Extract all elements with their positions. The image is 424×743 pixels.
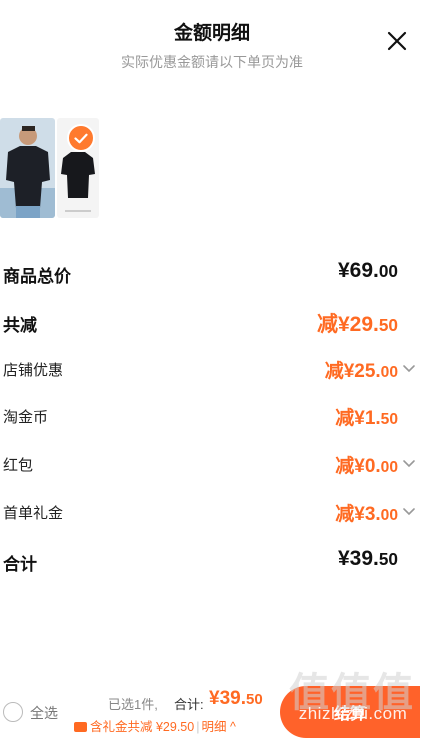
row-amount-dec: 00 xyxy=(378,261,398,281)
chevron-down-icon[interactable] xyxy=(402,507,416,517)
row-amount-int: ¥39. xyxy=(337,547,379,570)
amount-row[interactable]: 店铺优惠 减¥25.00 xyxy=(0,354,424,384)
row-amount-dec: 00 xyxy=(380,364,398,381)
close-icon[interactable] xyxy=(384,28,410,54)
amount-row[interactable]: 首单礼金 减¥3.00 xyxy=(0,497,424,527)
row-label: 合计 xyxy=(3,555,37,574)
row-label: 淘金币 xyxy=(3,409,49,426)
divider: | xyxy=(196,720,200,734)
row-amount-dec: 00 xyxy=(380,507,398,524)
row-label: 红包 xyxy=(3,457,34,474)
row-amount-int: 减¥1. xyxy=(335,408,381,429)
row-amount: 减¥0.00 xyxy=(335,451,398,478)
coupon-discount-line: 含礼金共减 ¥29.50 | 明细 ^ xyxy=(74,716,236,735)
row-amount-dec: 50 xyxy=(378,315,398,335)
row-amount-dec: 00 xyxy=(380,459,398,476)
checkout-label: 结算 xyxy=(333,706,366,723)
row-amount: ¥69.00 xyxy=(338,259,398,283)
row-label: 首单礼金 xyxy=(3,505,64,522)
row-amount-int: 减¥29. xyxy=(316,313,379,336)
total-amount-int: ¥39. xyxy=(209,688,246,709)
total-amount: ¥39.50 xyxy=(209,688,263,710)
row-amount: ¥39.50 xyxy=(338,547,398,571)
row-label: 店铺优惠 xyxy=(3,362,64,379)
checkmark-icon[interactable] xyxy=(67,124,95,152)
coupon-text: 含礼金共减 ¥29.50 xyxy=(90,720,195,734)
amount-row: 合计 ¥39.50 xyxy=(0,545,424,575)
select-all-radio[interactable] xyxy=(3,702,23,722)
row-amount-int: 减¥0. xyxy=(335,456,381,477)
chevron-down-icon[interactable] xyxy=(402,364,416,374)
total-label: 合计: xyxy=(174,697,204,712)
row-amount: 减¥25.00 xyxy=(325,356,398,383)
detail-arrow: ^ xyxy=(229,720,236,734)
amount-row[interactable]: 红包 减¥0.00 xyxy=(0,449,424,479)
total-amount-dec: 50 xyxy=(245,691,263,708)
page-subtitle: 实际优惠金额请以下单页为准 xyxy=(121,54,303,70)
row-amount-int: 减¥3. xyxy=(335,504,381,525)
amount-detail-sheet: 金额明细 实际优惠金额请以下单页为准 商品总价 ¥69.00 共减 减¥29.50 店铺… xyxy=(0,0,424,743)
product-thumbnails xyxy=(0,118,120,220)
row-amount: 减¥3.00 xyxy=(335,499,398,526)
chevron-down-icon[interactable] xyxy=(402,459,416,469)
row-amount-int: ¥69. xyxy=(337,259,379,282)
row-label: 商品总价 xyxy=(3,267,71,286)
row-amount-dec: 50 xyxy=(380,411,398,428)
amount-row: 共减 减¥29.50 xyxy=(0,306,424,336)
amount-row: 商品总价 ¥69.00 xyxy=(0,257,424,287)
row-amount-dec: 50 xyxy=(378,549,398,569)
bottom-bar: 全选 已选1件, 合计: ¥39.50 含礼金共减 ¥29.50 | 明细 ^ 结算… xyxy=(0,671,424,743)
detail-label: 明细 xyxy=(201,720,227,734)
row-amount-int: 减¥25. xyxy=(324,361,381,382)
row-amount: 减¥29.50 xyxy=(317,308,398,338)
amount-row: 淘金币 减¥1.50 xyxy=(0,401,424,431)
page-title: 金额明细 xyxy=(173,23,250,44)
checkout-button[interactable]: 结算 xyxy=(280,686,420,738)
product-image-model[interactable] xyxy=(0,118,55,218)
row-label: 共减 xyxy=(3,316,37,335)
coupon-icon xyxy=(74,722,87,732)
selected-count: 已选1件, xyxy=(108,697,158,712)
select-all-label[interactable]: 全选 xyxy=(30,703,58,723)
detail-toggle[interactable]: 明细 ^ xyxy=(201,720,235,734)
row-amount: 减¥1.50 xyxy=(335,403,398,430)
